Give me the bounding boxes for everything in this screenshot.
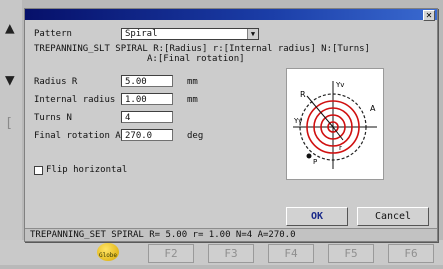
left-bracket-icon: [: [5, 116, 13, 131]
internal-radius-unit: mm: [187, 95, 198, 105]
down-arrow-icon: ▼: [5, 70, 15, 89]
diagram-a-label: A: [370, 104, 376, 113]
fkey-f3[interactable]: F3: [208, 244, 254, 263]
final-rotation-unit: deg: [187, 131, 204, 141]
background-sidebar: ▲ ▼ [: [0, 0, 22, 265]
pattern-select-value: Spiral: [125, 29, 158, 39]
ok-button[interactable]: OK: [286, 207, 348, 226]
fkey-f4[interactable]: F4: [268, 244, 314, 263]
cancel-button[interactable]: Cancel: [357, 207, 429, 226]
fkey-f2[interactable]: F2: [148, 244, 194, 263]
radius-unit: mm: [187, 77, 198, 87]
radius-input[interactable]: 5.00: [121, 75, 173, 87]
description-line-2: A:[Final rotation]: [147, 54, 245, 64]
chevron-down-icon[interactable]: ▼: [247, 29, 258, 39]
left-arrow-icon: ▲: [5, 18, 15, 37]
final-rotation-input[interactable]: 270.0: [121, 129, 173, 141]
globe-icon[interactable]: Globe: [97, 243, 119, 261]
close-button[interactable]: ✕: [423, 10, 435, 21]
trepanning-dialog: ✕ Pattern Spiral ▼ TREPANNING_SLT SPIRAL…: [24, 8, 438, 242]
diagram-y-label: Yv: [335, 81, 344, 89]
turns-input[interactable]: 4: [121, 111, 173, 123]
internal-radius-input[interactable]: 1.00: [121, 93, 173, 105]
pattern-select[interactable]: Spiral ▼: [121, 28, 259, 40]
dialog-titlebar[interactable]: ✕: [25, 9, 437, 21]
fkey-f6[interactable]: F6: [388, 244, 434, 263]
start-point: [306, 153, 312, 159]
radius-label: Radius R: [34, 77, 78, 87]
spiral-diagram-graphic: Yv Yv R A r P: [293, 81, 377, 169]
ok-button-label: OK: [310, 211, 324, 222]
diagram-point-label: P: [313, 158, 317, 166]
pattern-label: Pattern: [34, 29, 72, 39]
internal-radius-label: Internal radius r: [34, 95, 127, 105]
diagram-small-r-label: r: [339, 144, 342, 152]
final-rotation-label: Final rotation A: [34, 131, 121, 141]
globe-caption: Globe: [98, 252, 118, 259]
fkey-f5[interactable]: F5: [328, 244, 374, 263]
diagram-x-label: Yv: [293, 117, 302, 125]
flip-horizontal-checkbox[interactable]: [34, 166, 43, 175]
status-bar: TREPANNING_SET SPIRAL R= 5.00 r= 1.00 N=…: [25, 228, 437, 241]
diagram-r-label: R: [300, 90, 306, 99]
close-icon: ✕: [425, 11, 433, 20]
flip-horizontal-label[interactable]: Flip horizontal: [46, 165, 127, 175]
description-line-1: TREPANNING_SLT SPIRAL R:[Radius] r:[Inte…: [34, 44, 370, 54]
turns-label: Turns N: [34, 113, 72, 123]
spiral-diagram: Yv Yv R A r P: [286, 68, 384, 180]
